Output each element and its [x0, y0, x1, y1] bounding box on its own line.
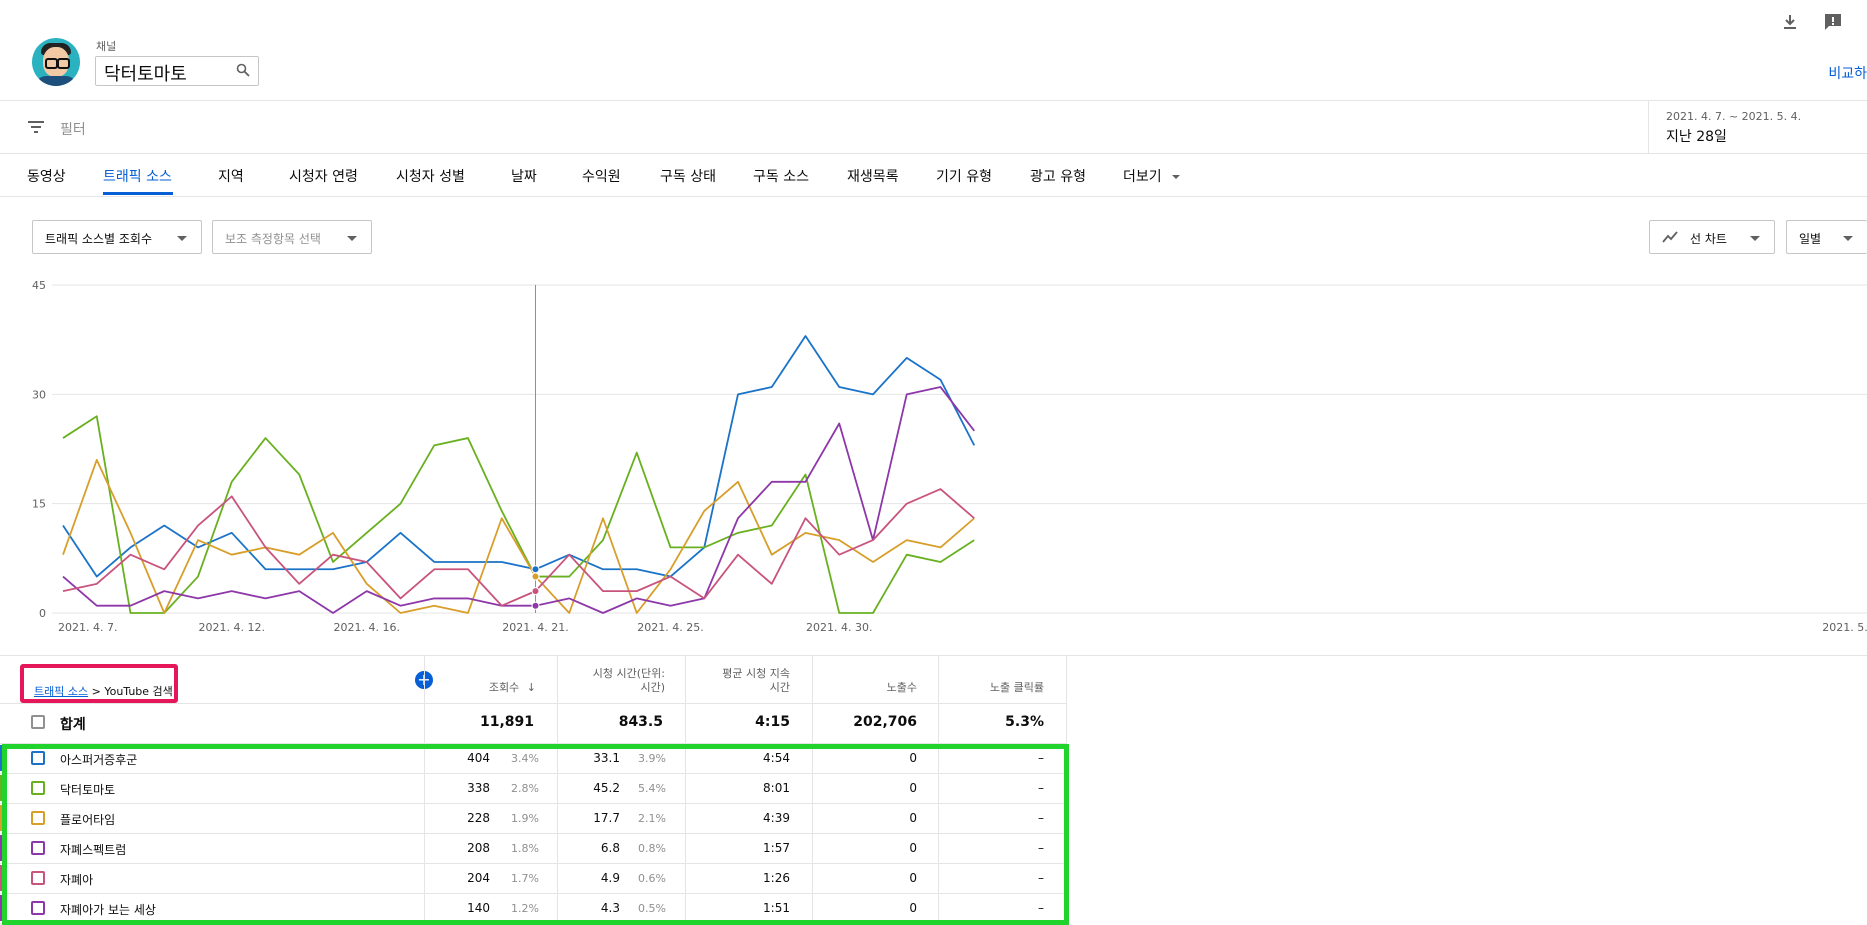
filter-input[interactable]: 필터	[60, 119, 86, 139]
tab-revenue-source[interactable]: 수익원	[582, 166, 621, 186]
tab-subscription-status[interactable]: 구독 상태	[660, 166, 716, 186]
channel-selector[interactable]: 닥터토마토	[95, 56, 259, 86]
x-tick-label: 2021. 4. 21.	[502, 621, 568, 634]
x-tick-label: 2021. 4. 25.	[637, 621, 703, 634]
chart-type-dropdown[interactable]: 선 차트	[1649, 220, 1775, 254]
y-tick-label: 30	[32, 388, 46, 401]
chevron-down-icon	[177, 236, 187, 241]
x-tick-label: 2021. 4. 16.	[334, 621, 400, 634]
total-label: 합계	[60, 717, 86, 733]
column-header-views-label: 조회수	[488, 681, 520, 694]
column-header-watch-time-line2: 시간)	[640, 681, 665, 694]
secondary-metric-dropdown[interactable]: 보조 측정항목 선택	[212, 220, 372, 254]
breadcrumb: 트래픽 소스 > YouTube 검색	[34, 683, 173, 699]
column-header-watch-time-line1: 시청 시간(단위:	[592, 667, 665, 680]
x-tick-label: 2021. 4. 7.	[58, 621, 117, 634]
hover-point	[531, 601, 540, 610]
column-header-watch-time[interactable]: 시청 시간(단위: 시간)	[565, 667, 665, 695]
date-range-label: 지난 28일	[1666, 129, 1727, 145]
column-header-avg-duration[interactable]: 평균 시청 지속 시간	[692, 667, 790, 695]
x-tick-label: 2021. 4. 30.	[806, 621, 872, 634]
x-tick-label: 2021. 5.	[1822, 621, 1867, 634]
column-header-ctr[interactable]: 노출 클릭률	[946, 681, 1044, 695]
feedback-icon[interactable]	[1823, 12, 1843, 32]
tab-more[interactable]: 더보기	[1123, 166, 1181, 186]
select-all-checkbox[interactable]	[31, 715, 45, 729]
chevron-down-icon	[1750, 236, 1760, 241]
arrow-down-icon: ↓	[526, 681, 536, 694]
line-chart-icon	[1662, 231, 1678, 243]
chevron-down-icon	[1843, 236, 1853, 241]
column-header-views[interactable]: 조회수 ↓	[460, 681, 536, 695]
download-icon[interactable]	[1780, 12, 1800, 32]
metric-dropdown[interactable]: 트래픽 소스별 조회수	[32, 220, 202, 254]
tab-viewer-age[interactable]: 시청자 연령	[289, 166, 358, 186]
tab-device-type[interactable]: 기기 유형	[936, 166, 992, 186]
y-tick-label: 15	[32, 498, 46, 511]
y-tick-label: 45	[32, 280, 46, 292]
dimension-tabs: 동영상 트래픽 소스 지역 시청자 연령 시청자 성별 날짜 수익원 구독 상태…	[0, 154, 1867, 197]
chevron-down-icon	[1172, 175, 1181, 179]
tab-subscription-source[interactable]: 구독 소스	[753, 166, 809, 186]
channel-header: 채널 닥터토마토 비교하	[0, 0, 1867, 101]
table-top-divider	[0, 655, 1867, 656]
series-line	[62, 415, 975, 614]
channel-label: 채널	[96, 40, 117, 53]
tab-playlist[interactable]: 재생목록	[847, 166, 899, 186]
search-icon[interactable]	[236, 63, 250, 77]
tab-date[interactable]: 날짜	[511, 166, 537, 186]
filter-icon[interactable]	[28, 121, 44, 133]
breadcrumb-link-traffic-source[interactable]: 트래픽 소스	[34, 685, 88, 698]
hover-point	[531, 587, 540, 596]
total-watch-time: 843.5	[618, 714, 663, 730]
chevron-down-icon	[347, 236, 357, 241]
channel-avatar[interactable]	[32, 38, 80, 86]
date-range-text: 2021. 4. 7. ~ 2021. 5. 4.	[1666, 110, 1802, 123]
tab-videos[interactable]: 동영상	[27, 166, 66, 186]
granularity-dropdown[interactable]: 일별	[1786, 220, 1867, 254]
date-range-picker[interactable]: 2021. 4. 7. ~ 2021. 5. 4. 지난 28일	[1648, 101, 1867, 153]
channel-name: 닥터토마토	[104, 64, 187, 85]
column-header-avg-duration-line1: 평균 시청 지속	[722, 667, 790, 680]
total-impressions: 202,706	[853, 714, 917, 730]
hover-point	[531, 565, 540, 574]
breadcrumb-current: YouTube 검색	[104, 685, 173, 698]
rows-highlight-box	[2, 744, 1069, 925]
column-header-impressions[interactable]: 노출수	[820, 681, 917, 695]
chart-type-label: 선 차트	[1690, 232, 1727, 246]
series-line	[62, 459, 975, 614]
granularity-label: 일별	[1799, 232, 1822, 246]
secondary-metric-label: 보조 측정항목 선택	[225, 232, 321, 246]
total-ctr: 5.3%	[1005, 714, 1044, 730]
tab-more-label: 더보기	[1123, 169, 1162, 185]
metric-dropdown-label: 트래픽 소스별 조회수	[45, 232, 152, 246]
breadcrumb-highlight: 트래픽 소스 > YouTube 검색	[20, 664, 178, 703]
y-tick-label: 0	[39, 607, 46, 620]
traffic-source-line-chart[interactable]: 0 15 30 45 2021. 4. 7. 2021. 4. 12. 2021. 4. 1…	[0, 280, 1867, 635]
tab-traffic-source[interactable]: 트래픽 소스	[103, 166, 172, 186]
column-header-avg-duration-line2: 시간	[769, 681, 790, 694]
table-total-row: 합계 11,891 843.5 4:15 202,706 5.3%	[0, 703, 1067, 744]
tab-viewer-gender[interactable]: 시청자 성별	[396, 166, 465, 186]
total-views: 11,891	[479, 714, 534, 730]
tab-ad-type[interactable]: 광고 유형	[1030, 166, 1086, 186]
series-line	[62, 386, 975, 614]
hover-point	[531, 572, 540, 581]
filter-bar: 필터 2021. 4. 7. ~ 2021. 5. 4. 지난 28일	[0, 101, 1867, 154]
breadcrumb-separator: >	[88, 685, 105, 698]
compare-link[interactable]: 비교하	[1828, 63, 1867, 83]
total-avg-duration: 4:15	[755, 714, 790, 730]
active-tab-indicator	[103, 192, 173, 195]
x-tick-label: 2021. 4. 12.	[199, 621, 265, 634]
tab-geography[interactable]: 지역	[218, 166, 244, 186]
